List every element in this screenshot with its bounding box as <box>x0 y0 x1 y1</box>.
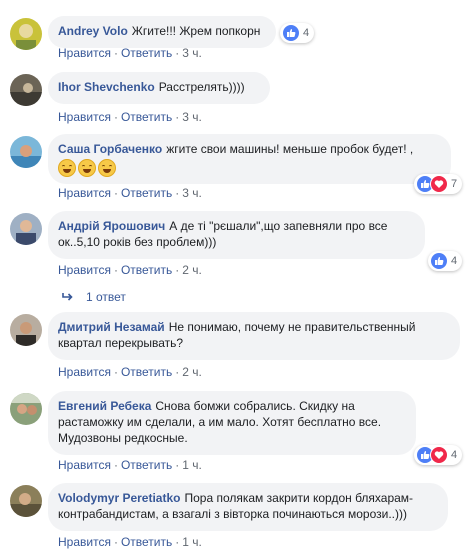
separator: · <box>175 110 180 124</box>
comment-text: Жгите!!! Жрем попкорн <box>131 24 261 38</box>
separator: · <box>175 46 180 60</box>
separator: · <box>175 365 180 379</box>
reaction-summary[interactable]: 4 <box>280 23 315 43</box>
comment-author[interactable]: Volodymyr Peretiatko <box>58 491 180 505</box>
separator: · <box>113 46 118 60</box>
comment-bubble: Евгений Ребека Снова бомжи собрались. Ски… <box>48 391 416 455</box>
comment-bubble: Андрій Ярошович А де ті "рєшали",що запев… <box>48 211 425 259</box>
separator: · <box>113 535 118 549</box>
comment-timestamp[interactable]: 3 ч. <box>182 110 202 124</box>
separator: · <box>175 186 180 200</box>
comment-actions: Нравится · Ответить · 2 ч. <box>58 365 202 379</box>
love-reaction-icon <box>430 446 448 464</box>
comment-timestamp[interactable]: 2 ч. <box>182 263 202 277</box>
reply-link[interactable]: Ответить <box>121 110 172 124</box>
like-link[interactable]: Нравится <box>58 110 111 124</box>
reply-arrow-icon <box>62 292 74 302</box>
separator: · <box>175 535 180 549</box>
comment-bubble: Дмитрий Незамай Не понимаю, почему не пра… <box>48 312 460 360</box>
comment-actions: Нравится · Ответить · 1 ч. <box>58 458 202 472</box>
comment-actions: Нравится · Ответить · 3 ч. <box>58 110 202 124</box>
reaction-summary[interactable]: 4 <box>428 251 463 271</box>
love-reaction-icon <box>430 175 448 193</box>
separator: · <box>175 458 180 472</box>
separator: · <box>113 186 118 200</box>
avatar[interactable] <box>10 213 42 245</box>
reply-link[interactable]: Ответить <box>121 46 172 60</box>
comment-bubble: Саша Горбаченко жгите свои машины! меньше… <box>48 134 451 184</box>
comment-author[interactable]: Саша Горбаченко <box>58 142 162 156</box>
like-link[interactable]: Нравится <box>58 535 111 549</box>
avatar[interactable] <box>10 393 42 425</box>
reply-link[interactable]: Ответить <box>121 365 172 379</box>
replies-count-label[interactable]: 1 ответ <box>86 290 126 304</box>
comment-actions: Нравится · Ответить · 3 ч. <box>58 186 202 200</box>
comment-timestamp[interactable]: 2 ч. <box>182 365 202 379</box>
avatar[interactable] <box>10 18 42 50</box>
grinning-face-icon <box>78 159 96 177</box>
comment-author[interactable]: Ihor Shevchenko <box>58 80 155 94</box>
comment-text: Расстрелять)))) <box>158 80 245 94</box>
comment-bubble: Volodymyr Peretiatko Пора полякам закрити… <box>48 483 448 531</box>
separator: · <box>113 263 118 277</box>
comment-timestamp[interactable]: 1 ч. <box>182 535 202 549</box>
reply-link[interactable]: Ответить <box>121 535 172 549</box>
grinning-face-icon <box>58 159 76 177</box>
reaction-count: 4 <box>451 449 458 461</box>
view-replies-link[interactable]: 1 ответ <box>62 290 126 304</box>
like-link[interactable]: Нравится <box>58 263 111 277</box>
reaction-count: 4 <box>451 255 458 267</box>
comment-author[interactable]: Дмитрий Незамай <box>58 320 165 334</box>
reply-link[interactable]: Ответить <box>121 186 172 200</box>
like-link[interactable]: Нравится <box>58 365 111 379</box>
comment-author[interactable]: Andrey Volo <box>58 24 128 38</box>
like-reaction-icon <box>282 24 300 42</box>
comment-timestamp[interactable]: 1 ч. <box>182 458 202 472</box>
comment-actions: Нравится · Ответить · 3 ч. <box>58 46 202 60</box>
comment-actions: Нравится · Ответить · 1 ч. <box>58 535 202 549</box>
separator: · <box>113 458 118 472</box>
separator: · <box>175 263 180 277</box>
comment-bubble: Andrey Volo Жгите!!! Жрем попкорн <box>48 16 276 48</box>
separator: · <box>113 365 118 379</box>
grinning-face-icon <box>98 159 116 177</box>
avatar[interactable] <box>10 136 42 168</box>
comment-author[interactable]: Андрій Ярошович <box>58 219 165 233</box>
avatar[interactable] <box>10 314 42 346</box>
reaction-summary[interactable]: 7 <box>414 174 463 194</box>
like-reaction-icon <box>430 252 448 270</box>
comment-actions: Нравится · Ответить · 2 ч. <box>58 263 202 277</box>
comment-timestamp[interactable]: 3 ч. <box>182 186 202 200</box>
reply-link[interactable]: Ответить <box>121 263 172 277</box>
reaction-summary[interactable]: 4 <box>414 445 463 465</box>
comment-author[interactable]: Евгений Ребека <box>58 399 151 413</box>
comment-bubble: Ihor Shevchenko Расстрелять)))) <box>48 72 270 104</box>
avatar[interactable] <box>10 74 42 106</box>
comment-timestamp[interactable]: 3 ч. <box>182 46 202 60</box>
like-link[interactable]: Нравится <box>58 186 111 200</box>
like-link[interactable]: Нравится <box>58 458 111 472</box>
reaction-count: 7 <box>451 178 458 190</box>
like-link[interactable]: Нравится <box>58 46 111 60</box>
avatar[interactable] <box>10 485 42 517</box>
separator: · <box>113 110 118 124</box>
emoji-row <box>58 159 441 177</box>
reply-link[interactable]: Ответить <box>121 458 172 472</box>
reaction-count: 4 <box>303 27 310 39</box>
comment-text: жгите свои машины! меньше пробок будет! … <box>166 142 414 156</box>
